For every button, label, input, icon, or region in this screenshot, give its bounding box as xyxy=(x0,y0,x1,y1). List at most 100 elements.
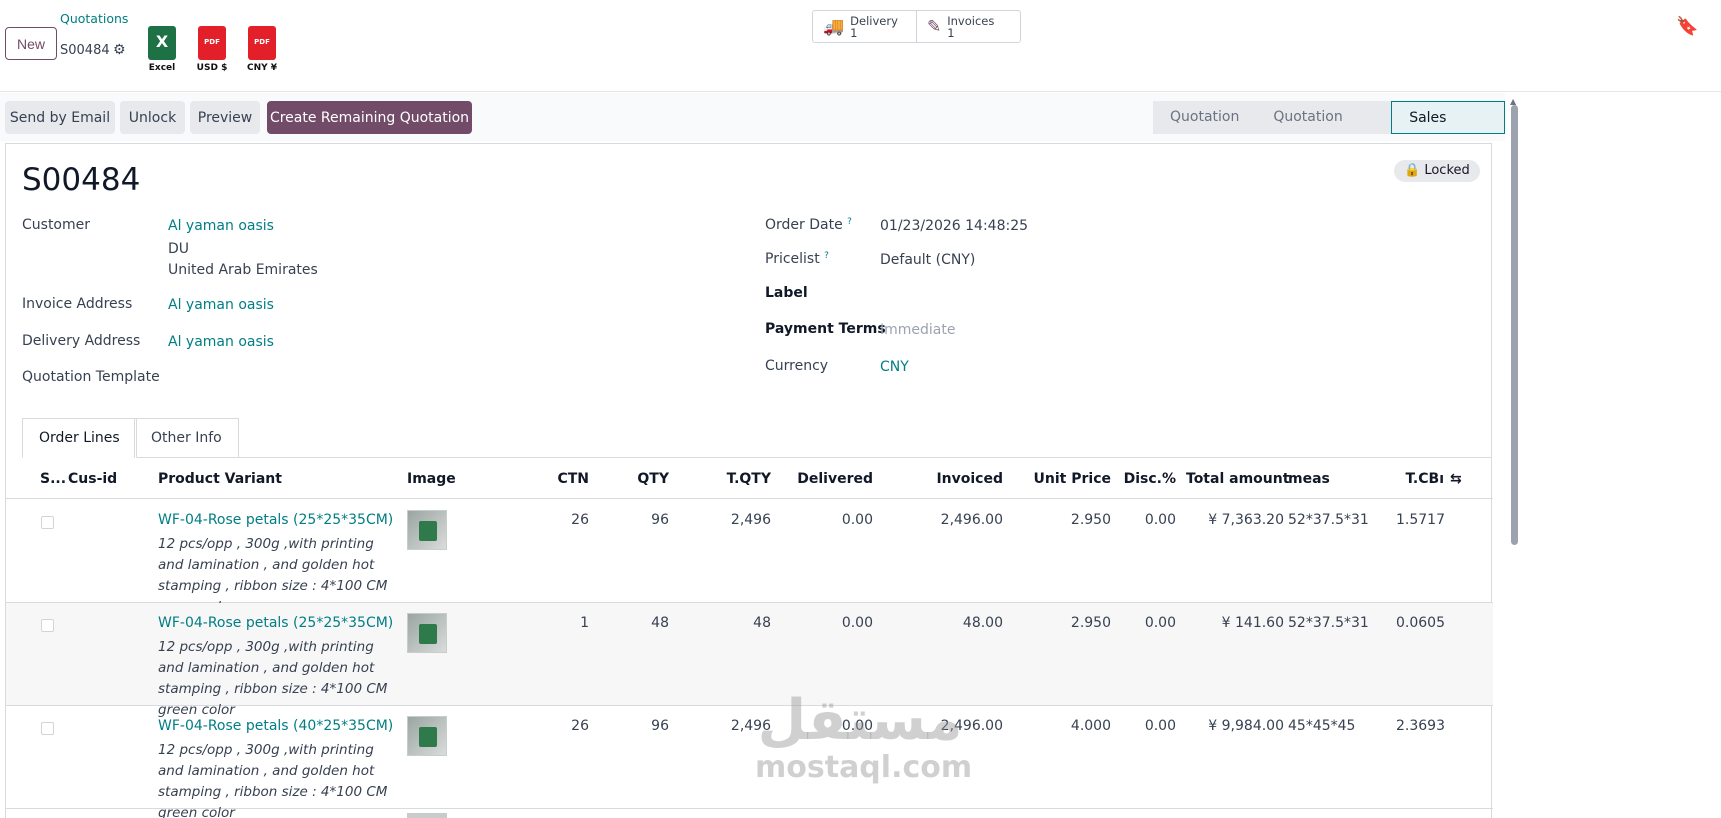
pricelist-field[interactable]: Default (CNY) xyxy=(880,252,975,268)
product-image[interactable] xyxy=(407,510,447,550)
col-unit-price[interactable]: Unit Price xyxy=(1016,471,1111,487)
excel-icon: X xyxy=(148,26,176,60)
invoice-address-field[interactable]: Al yaman oasis xyxy=(168,297,274,313)
col-tqty[interactable]: T.QTY xyxy=(696,471,771,487)
invoice-address-label: Invoice Address xyxy=(22,296,133,312)
cell-tcbm: 1.5717 xyxy=(1396,512,1445,528)
row-select-checkbox[interactable] xyxy=(41,722,54,735)
customer-field[interactable]: Al yaman oasis xyxy=(168,218,274,234)
table-row[interactable]: WF-04-Rose petals (40*25*35CM) 12 pcs/op… xyxy=(6,706,1493,818)
col-sequence[interactable]: S... xyxy=(40,471,66,487)
stage-quotation[interactable]: Quotation xyxy=(1153,101,1257,134)
col-product-variant[interactable]: Product Variant xyxy=(158,471,282,487)
truck-icon: 🚚 xyxy=(823,16,845,37)
stage-quotation-sent[interactable]: Quotation Sent xyxy=(1256,101,1392,158)
col-meas[interactable]: meas xyxy=(1288,471,1330,487)
cell-meas: 45*45*45 xyxy=(1288,718,1356,734)
tab-order-lines[interactable]: Order Lines xyxy=(22,418,137,458)
invoices-count: 1 xyxy=(947,25,955,40)
excel-caption: Excel xyxy=(148,63,176,73)
cell-meas: 52*37.5*31 xyxy=(1288,512,1369,528)
watermark-domain: mostaql.com xyxy=(755,750,973,785)
delivery-address-label: Delivery Address xyxy=(22,333,141,349)
cell-ctn: 26 xyxy=(571,512,589,528)
delivery-smart-button[interactable]: 🚚 Delivery 1 xyxy=(813,11,916,42)
cell-unit-price: 2.950 xyxy=(1070,512,1111,528)
cell-ctn: 26 xyxy=(571,718,589,734)
cell-invoiced: 2,496.00 xyxy=(940,512,1003,528)
col-discount[interactable]: Disc.% xyxy=(1116,471,1176,487)
quotation-template-label: Quotation Template xyxy=(22,369,160,385)
locked-badge: 🔒 Locked xyxy=(1394,160,1480,182)
stage-sales-order[interactable]: Sales Order xyxy=(1391,101,1505,159)
gear-icon[interactable]: ⚙ xyxy=(113,42,126,58)
payment-terms-field[interactable]: Immediate xyxy=(880,322,955,338)
watermark: مستقل mostaql.com xyxy=(755,690,973,785)
table-row[interactable]: WF-04-Rose petals (25*25*35CM) 12 pcs/op… xyxy=(6,603,1493,718)
pdf-usd-caption: USD $ xyxy=(196,63,228,73)
smart-buttons: 🚚 Delivery 1 ✎ Invoices 1 xyxy=(812,10,1021,43)
product-link[interactable]: WF-04-Rose petals (40*25*35CM) xyxy=(158,718,393,734)
customer-city: DU xyxy=(168,241,190,257)
cell-delivered: 0.00 xyxy=(841,615,873,631)
col-delivered[interactable]: Delivered xyxy=(786,471,873,487)
col-invoiced[interactable]: Invoiced xyxy=(906,471,1003,487)
pricelist-label: Pricelist ? xyxy=(765,251,829,267)
help-icon[interactable]: ? xyxy=(824,251,829,261)
customer-country: United Arab Emirates xyxy=(168,262,318,278)
pencil-square-icon: ✎ xyxy=(927,16,942,37)
product-image[interactable] xyxy=(407,716,447,756)
cell-ctn: 1 xyxy=(580,615,589,631)
form-sheet: S00484 🔒 Locked Customer Al yaman oasis … xyxy=(5,143,1493,818)
product-link[interactable]: WF-04-Rose petals (25*25*35CM) xyxy=(158,512,393,528)
tab-other-info[interactable]: Other Info xyxy=(134,418,239,458)
order-date-label: Order Date ? xyxy=(765,217,852,233)
invoices-smart-button[interactable]: ✎ Invoices 1 xyxy=(916,11,1020,42)
cell-total: ¥ 7,363.20 xyxy=(1208,512,1284,528)
col-ctn[interactable]: CTN xyxy=(526,471,589,487)
pdf-icon: PDF xyxy=(248,26,276,60)
product-link[interactable]: WF-04-Rose petals (25*25*35CM) xyxy=(158,615,393,631)
table-row[interactable]: WF-04-Rose petals (25*25*35CM) 12 pcs/op… xyxy=(6,500,1493,615)
row-select-checkbox[interactable] xyxy=(41,619,54,632)
lock-icon: 🔒 xyxy=(1404,163,1421,178)
cell-meas: 52*37.5*31 xyxy=(1288,615,1369,631)
col-qty[interactable]: QTY xyxy=(606,471,669,487)
cell-qty: 48 xyxy=(651,615,669,631)
create-remaining-quotation-button[interactable]: Create Remaining Quotation xyxy=(267,101,472,134)
help-icon[interactable]: ? xyxy=(847,217,852,227)
status-bar: Quotation Quotation Sent Sales Order xyxy=(1153,101,1505,159)
cell-qty: 96 xyxy=(651,512,669,528)
cell-tcbm: 2.3693 xyxy=(1396,718,1445,734)
delivery-address-field[interactable]: Al yaman oasis xyxy=(168,334,274,350)
preview-button[interactable]: Preview xyxy=(190,101,260,134)
order-date-field[interactable]: 01/23/2026 14:48:25 xyxy=(880,218,1028,234)
currency-field[interactable]: CNY xyxy=(880,359,909,375)
send-by-email-button[interactable]: Send by Email xyxy=(5,101,115,134)
breadcrumb-quotations[interactable]: Quotations xyxy=(60,11,128,26)
col-total-amount[interactable]: Total amount xyxy=(1186,471,1289,487)
excel-export-button[interactable]: X Excel xyxy=(142,26,182,76)
row-select-checkbox[interactable] xyxy=(41,516,54,529)
delivery-count: 1 xyxy=(850,25,858,40)
col-image[interactable]: Image xyxy=(407,471,456,487)
pdf-usd-export-button[interactable]: PDF USD $ xyxy=(192,26,232,76)
cell-discount: 0.00 xyxy=(1144,615,1176,631)
label-label: Label xyxy=(765,285,808,301)
new-button[interactable]: New xyxy=(5,27,57,60)
bookmark-icon[interactable]: 🔖 xyxy=(1676,16,1698,37)
cell-total: ¥ 141.60 xyxy=(1221,615,1284,631)
col-tcbm[interactable]: T.CBı xyxy=(1396,471,1445,487)
cell-total: ¥ 9,984.00 xyxy=(1208,718,1284,734)
column-settings-icon[interactable]: ⇆ xyxy=(1450,471,1462,487)
scrollbar-thumb[interactable] xyxy=(1511,105,1518,545)
vertical-scrollbar[interactable]: ▲ xyxy=(1510,97,1518,818)
breadcrumb-current: S00484 xyxy=(60,43,110,58)
cell-tcbm: 0.0605 xyxy=(1396,615,1445,631)
order-lines-header: S... Cus-id Product Variant Image CTN QT… xyxy=(6,459,1493,499)
product-image[interactable] xyxy=(407,613,447,653)
pdf-cny-export-button[interactable]: PDF CNY ¥ xyxy=(242,26,282,76)
col-cus-id[interactable]: Cus-id xyxy=(68,471,117,487)
unlock-button[interactable]: Unlock xyxy=(120,101,185,134)
product-image xyxy=(407,813,447,818)
